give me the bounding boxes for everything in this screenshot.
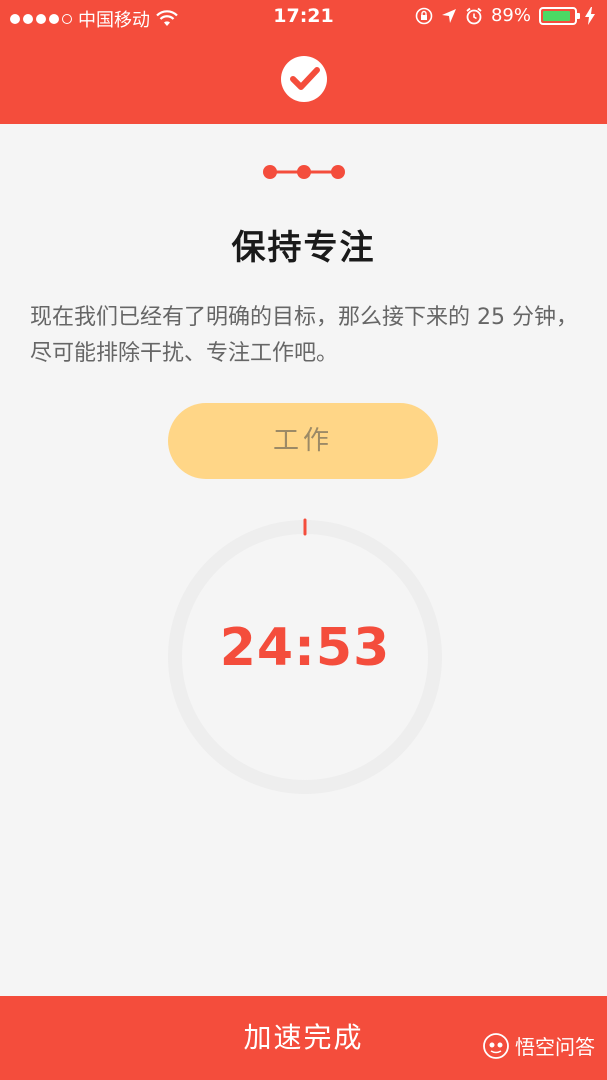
step-dot-3 [331,165,345,179]
description-text: 现在我们已经有了明确的目标，那么接下来的 25 分钟，尽可能排除干扰、专注工作吧… [30,305,578,366]
app-header: 中国移动 17:21 89% [0,0,607,124]
battery-icon [539,6,580,25]
timer-countdown: 24:53 [219,618,391,678]
finish-button-label: 加速完成 [243,1021,364,1054]
watermark-text: 悟空问答 [515,1035,595,1059]
page-title: 保持专注 [231,228,376,268]
step-indicator [263,165,345,179]
battery-percent: 89% [490,5,531,26]
watermark: 悟空问答 [483,1031,595,1060]
alarm-icon [466,7,482,24]
charging-bolt-icon [585,6,595,25]
step-dot-1 [263,165,277,179]
status-bar: 中国移动 17:21 89% [0,0,607,36]
rotation-lock-icon [415,7,433,24]
battery-level-fill [543,10,570,21]
status-right: 89% [415,5,595,26]
wukong-logo-icon [483,1032,509,1059]
step-dot-2 [297,165,311,179]
check-circle-icon [281,56,327,102]
work-button[interactable]: 工作 [168,403,438,479]
location-arrow-icon [441,8,456,23]
